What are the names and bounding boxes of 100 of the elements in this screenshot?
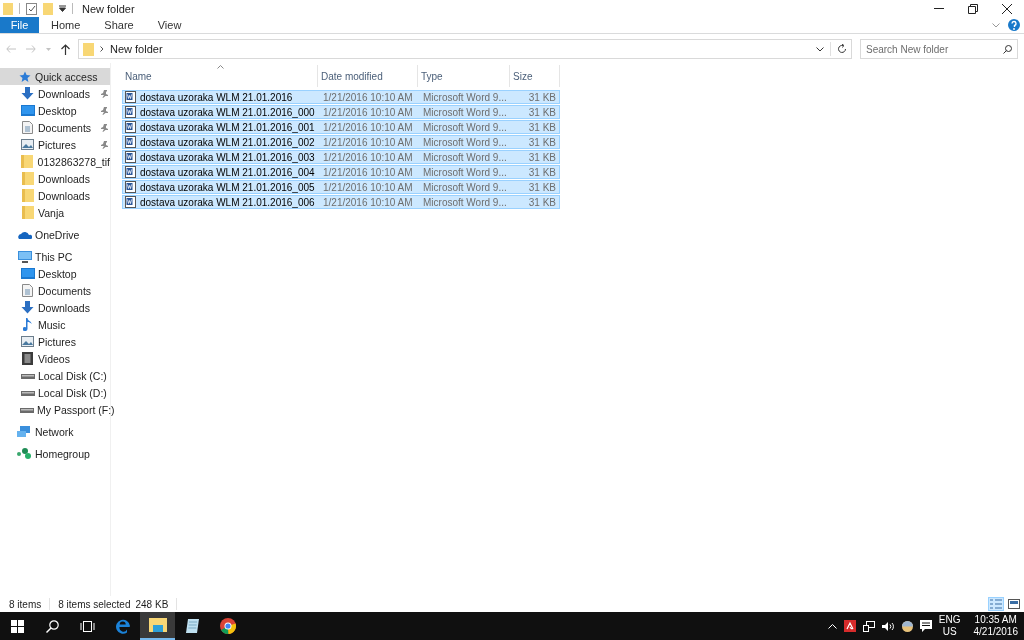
- notification-icon[interactable]: [919, 620, 932, 632]
- desktop-icon: [20, 268, 35, 279]
- help-icon[interactable]: [1008, 19, 1020, 31]
- clock-time: 10:35 AM: [974, 614, 1017, 626]
- file-row[interactable]: dostava uzoraka WLM 21.01.2016_005 1/21/2016 10:10 AM Microsoft Word 9... 31 KB: [122, 180, 560, 194]
- file-name: dostava uzoraka WLM 21.01.2016: [140, 91, 293, 103]
- column-header[interactable]: Name: [122, 65, 318, 87]
- nav-item[interactable]: Desktop: [0, 102, 110, 119]
- pin-icon[interactable]: [101, 141, 108, 149]
- up-arrow-icon[interactable]: [61, 43, 70, 55]
- desktop-icon: [20, 105, 35, 116]
- globe-icon[interactable]: [901, 620, 913, 632]
- restore-icon: [968, 3, 978, 14]
- type-cell-text: Microsoft Word 9...: [422, 196, 508, 208]
- file-row[interactable]: dostava uzoraka WLM 21.01.2016_002 1/21/2016 10:10 AM Microsoft Word 9... 31 KB: [122, 135, 560, 149]
- date-cell-text: 1/21/2016 10:10 AM: [322, 106, 414, 118]
- nav-item[interactable]: Videos: [0, 350, 110, 367]
- pin-icon[interactable]: [101, 90, 108, 98]
- chevron-up-icon[interactable]: [827, 623, 837, 629]
- file-row[interactable]: dostava uzoraka WLM 21.01.2016_003 1/21/2016 10:10 AM Microsoft Word 9... 31 KB: [122, 150, 560, 164]
- file-name: dostava uzoraka WLM 21.01.2016_003: [140, 151, 315, 163]
- nav-item[interactable]: Downloads: [0, 170, 110, 187]
- dropdown-icon[interactable]: [59, 5, 66, 12]
- chevron-right-icon: [100, 46, 104, 52]
- column-header[interactable]: Date modified: [318, 65, 418, 87]
- size-cell-text: 31 KB: [527, 106, 557, 118]
- search-field[interactable]: Search New folder: [860, 39, 1018, 59]
- address-bar[interactable]: New folder: [78, 39, 852, 59]
- size-cell-text: 31 KB: [527, 196, 557, 208]
- nav-item[interactable]: Local Disk (C:): [0, 367, 110, 384]
- language-code: ENG: [938, 614, 961, 626]
- nav-item[interactable]: Pictures: [0, 136, 110, 153]
- region-code: US: [942, 626, 957, 638]
- clock[interactable]: 10:35 AM 4/21/2016: [973, 614, 1018, 638]
- nav-item[interactable]: Downloads: [0, 85, 110, 102]
- file-name: dostava uzoraka WLM 21.01.2016_000: [140, 106, 315, 118]
- date-cell-text: 1/21/2016 10:10 AM: [322, 136, 414, 148]
- file-name: dostava uzoraka WLM 21.01.2016_004: [140, 166, 315, 178]
- nav-item[interactable]: This PC: [0, 248, 110, 265]
- file-row[interactable]: dostava uzoraka WLM 21.01.2016_004 1/21/2016 10:10 AM Microsoft Word 9... 31 KB: [122, 165, 560, 179]
- view-toggle-button[interactable]: [1006, 597, 1022, 611]
- size-cell-text: 31 KB: [527, 151, 557, 163]
- picture-icon: [21, 139, 34, 150]
- nav-item[interactable]: Homegroup: [0, 445, 110, 462]
- notepad-icon: [184, 618, 201, 634]
- drive-icon: [20, 406, 34, 413]
- speaker-icon[interactable]: [881, 620, 895, 632]
- file-row[interactable]: dostava uzoraka WLM 21.01.2016 1/21/2016 10:10 AM Microsoft Word 9... 31 KB: [122, 90, 560, 104]
- size-cell-text: 31 KB: [527, 181, 557, 193]
- file-row[interactable]: dostava uzoraka WLM 21.01.2016_000 1/21/2016 10:10 AM Microsoft Word 9... 31 KB: [122, 105, 560, 119]
- ribbon-tab[interactable]: Share: [92, 17, 146, 33]
- column-header[interactable]: Type: [418, 65, 510, 87]
- nav-item[interactable]: Network: [0, 423, 110, 440]
- size-cell-text: 31 KB: [527, 91, 557, 103]
- file-row[interactable]: dostava uzoraka WLM 21.01.2016_006 1/21/2016 10:10 AM Microsoft Word 9... 31 KB: [122, 195, 560, 209]
- breadcrumb[interactable]: New folder: [110, 43, 810, 55]
- taskbar-button[interactable]: [140, 612, 175, 640]
- folder-icon: [21, 206, 34, 219]
- pin-icon[interactable]: [101, 124, 108, 132]
- document-icon: [22, 284, 33, 297]
- type-cell-text: Microsoft Word 9...: [422, 181, 508, 193]
- download-arrow-icon: [21, 301, 34, 314]
- pin-icon[interactable]: [101, 107, 108, 115]
- chevron-down-icon[interactable]: [816, 46, 824, 52]
- type-cell-text: Microsoft Word 9...: [422, 106, 508, 118]
- date-cell-text: 1/21/2016 10:10 AM: [322, 91, 414, 103]
- date-cell-text: 1/21/2016 10:10 AM: [322, 166, 414, 178]
- folder-icon: [21, 155, 34, 168]
- window-title: New folder: [82, 2, 135, 15]
- nav-item[interactable]: Desktop: [0, 265, 110, 282]
- refresh-icon[interactable]: [837, 44, 847, 54]
- nav-item[interactable]: Pictures: [0, 333, 110, 350]
- file-row[interactable]: dostava uzoraka WLM 21.01.2016_001 1/21/2016 10:10 AM Microsoft Word 9... 31 KB: [122, 120, 560, 134]
- thumbnail-view-icon: [1008, 599, 1020, 609]
- homegroup-icon: [17, 447, 32, 460]
- document-icon: [125, 106, 136, 118]
- ribbon-tab[interactable]: Home: [39, 17, 93, 33]
- nav-item[interactable]: Local Disk (D:): [0, 384, 110, 401]
- column-header[interactable]: Size: [510, 65, 560, 87]
- nav-item[interactable]: Vanja: [0, 204, 110, 221]
- language-indicator[interactable]: ENG US: [938, 614, 961, 638]
- nav-item[interactable]: OneDrive: [0, 226, 110, 243]
- item-count: 8 items: [9, 598, 42, 610]
- file-name: dostava uzoraka WLM 21.01.2016_006: [140, 196, 315, 208]
- network-icon[interactable]: [862, 620, 875, 632]
- properties-icon[interactable]: [26, 2, 37, 15]
- view-toggle-button[interactable]: [988, 597, 1004, 611]
- nav-item[interactable]: Downloads: [0, 187, 110, 204]
- nav-item[interactable]: 0132863278_tif: [0, 153, 110, 170]
- nav-item[interactable]: Documents: [0, 119, 110, 136]
- antivirus-icon[interactable]: [843, 620, 856, 632]
- picture-icon: [21, 336, 34, 347]
- ribbon-tab[interactable]: View: [145, 17, 194, 33]
- nav-item[interactable]: Music: [0, 316, 110, 333]
- drive-icon: [20, 389, 35, 396]
- nav-item[interactable]: Documents: [0, 282, 110, 299]
- file-tab[interactable]: File: [0, 17, 39, 33]
- nav-item[interactable]: Downloads: [0, 299, 110, 316]
- nav-item[interactable]: Quick access: [0, 68, 110, 85]
- film-icon: [22, 352, 33, 365]
